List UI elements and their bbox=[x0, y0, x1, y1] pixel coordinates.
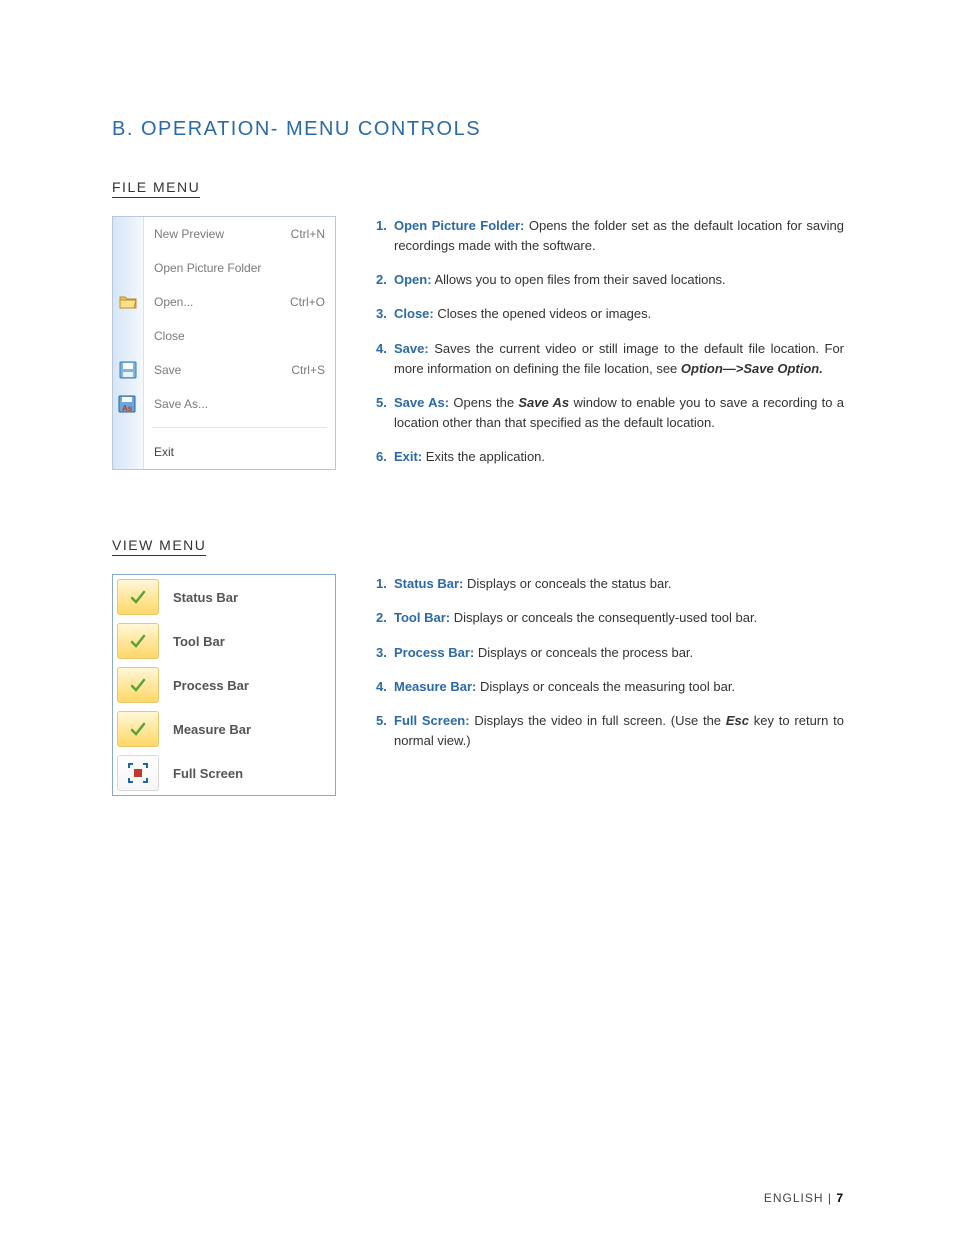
check-icon bbox=[130, 677, 146, 693]
menu-item-close[interactable]: Close bbox=[113, 319, 335, 353]
file-menu-heading: FILE MENU bbox=[112, 179, 200, 198]
menu-shortcut: Ctrl+N bbox=[291, 227, 325, 241]
menu-label: Close bbox=[154, 329, 185, 343]
menu-item-save-as[interactable]: As Save As... bbox=[113, 387, 335, 421]
save-as-icon: As bbox=[118, 395, 138, 413]
menu-label: Open... bbox=[154, 295, 193, 309]
menu-label: Status Bar bbox=[159, 590, 238, 605]
list-item: 4. Save: Saves the current video or stil… bbox=[376, 339, 844, 379]
view-item-status-bar[interactable]: Status Bar bbox=[113, 575, 335, 619]
menu-item-open-picture-folder[interactable]: Open Picture Folder bbox=[113, 251, 335, 285]
menu-label: Exit bbox=[154, 445, 174, 459]
menu-item-new-preview[interactable]: New Preview Ctrl+N bbox=[113, 217, 335, 251]
list-item: 1. Open Picture Folder: Opens the folder… bbox=[376, 216, 844, 256]
page-number: 7 bbox=[836, 1191, 844, 1205]
menu-item-save[interactable]: Save Ctrl+S bbox=[113, 353, 335, 387]
check-icon bbox=[130, 633, 146, 649]
fullscreen-icon bbox=[128, 763, 148, 783]
menu-label: Tool Bar bbox=[159, 634, 225, 649]
view-item-process-bar[interactable]: Process Bar bbox=[113, 663, 335, 707]
footer-language: ENGLISH bbox=[764, 1191, 824, 1205]
menu-label: Save As... bbox=[154, 397, 208, 411]
view-item-measure-bar[interactable]: Measure Bar bbox=[113, 707, 335, 751]
file-menu-screenshot: New Preview Ctrl+N Open Picture Folder bbox=[112, 216, 336, 470]
section-title: B. OPERATION- MENU CONTROLS bbox=[112, 118, 844, 141]
view-item-tool-bar[interactable]: Tool Bar bbox=[113, 619, 335, 663]
view-menu-descriptions: 1. Status Bar: Displays or conceals the … bbox=[376, 574, 844, 751]
page-footer: ENGLISH | 7 bbox=[764, 1191, 844, 1205]
check-icon bbox=[130, 589, 146, 605]
menu-label: New Preview bbox=[154, 227, 224, 241]
view-menu-heading: VIEW MENU bbox=[112, 537, 206, 556]
list-item: 3. Process Bar: Displays or conceals the… bbox=[376, 643, 844, 663]
list-item: 5. Save As: Opens the Save As window to … bbox=[376, 393, 844, 433]
menu-label: Open Picture Folder bbox=[154, 261, 261, 275]
menu-shortcut: Ctrl+O bbox=[290, 295, 325, 309]
menu-separator bbox=[113, 421, 335, 435]
list-item: 1. Status Bar: Displays or conceals the … bbox=[376, 574, 844, 594]
list-item: 2. Open: Allows you to open files from t… bbox=[376, 270, 844, 290]
menu-shortcut: Ctrl+S bbox=[291, 363, 325, 377]
menu-label: Full Screen bbox=[159, 766, 243, 781]
menu-label: Save bbox=[154, 363, 181, 377]
check-icon bbox=[130, 721, 146, 737]
disk-icon bbox=[119, 361, 137, 379]
list-item: 2. Tool Bar: Displays or conceals the co… bbox=[376, 608, 844, 628]
list-item: 6. Exit: Exits the application. bbox=[376, 447, 844, 467]
list-item: 3. Close: Closes the opened videos or im… bbox=[376, 304, 844, 324]
folder-icon bbox=[119, 294, 137, 310]
list-item: 4. Measure Bar: Displays or conceals the… bbox=[376, 677, 844, 697]
menu-label: Process Bar bbox=[159, 678, 249, 693]
view-menu-screenshot: Status Bar Tool Bar Process Bar bbox=[112, 574, 336, 796]
menu-item-exit[interactable]: Exit bbox=[113, 435, 335, 469]
menu-label: Measure Bar bbox=[159, 722, 251, 737]
menu-item-open[interactable]: Open... Ctrl+O bbox=[113, 285, 335, 319]
file-menu-descriptions: 1. Open Picture Folder: Opens the folder… bbox=[376, 216, 844, 467]
view-item-full-screen[interactable]: Full Screen bbox=[113, 751, 335, 795]
list-item: 5. Full Screen: Displays the video in fu… bbox=[376, 711, 844, 751]
svg-text:As: As bbox=[122, 404, 133, 413]
